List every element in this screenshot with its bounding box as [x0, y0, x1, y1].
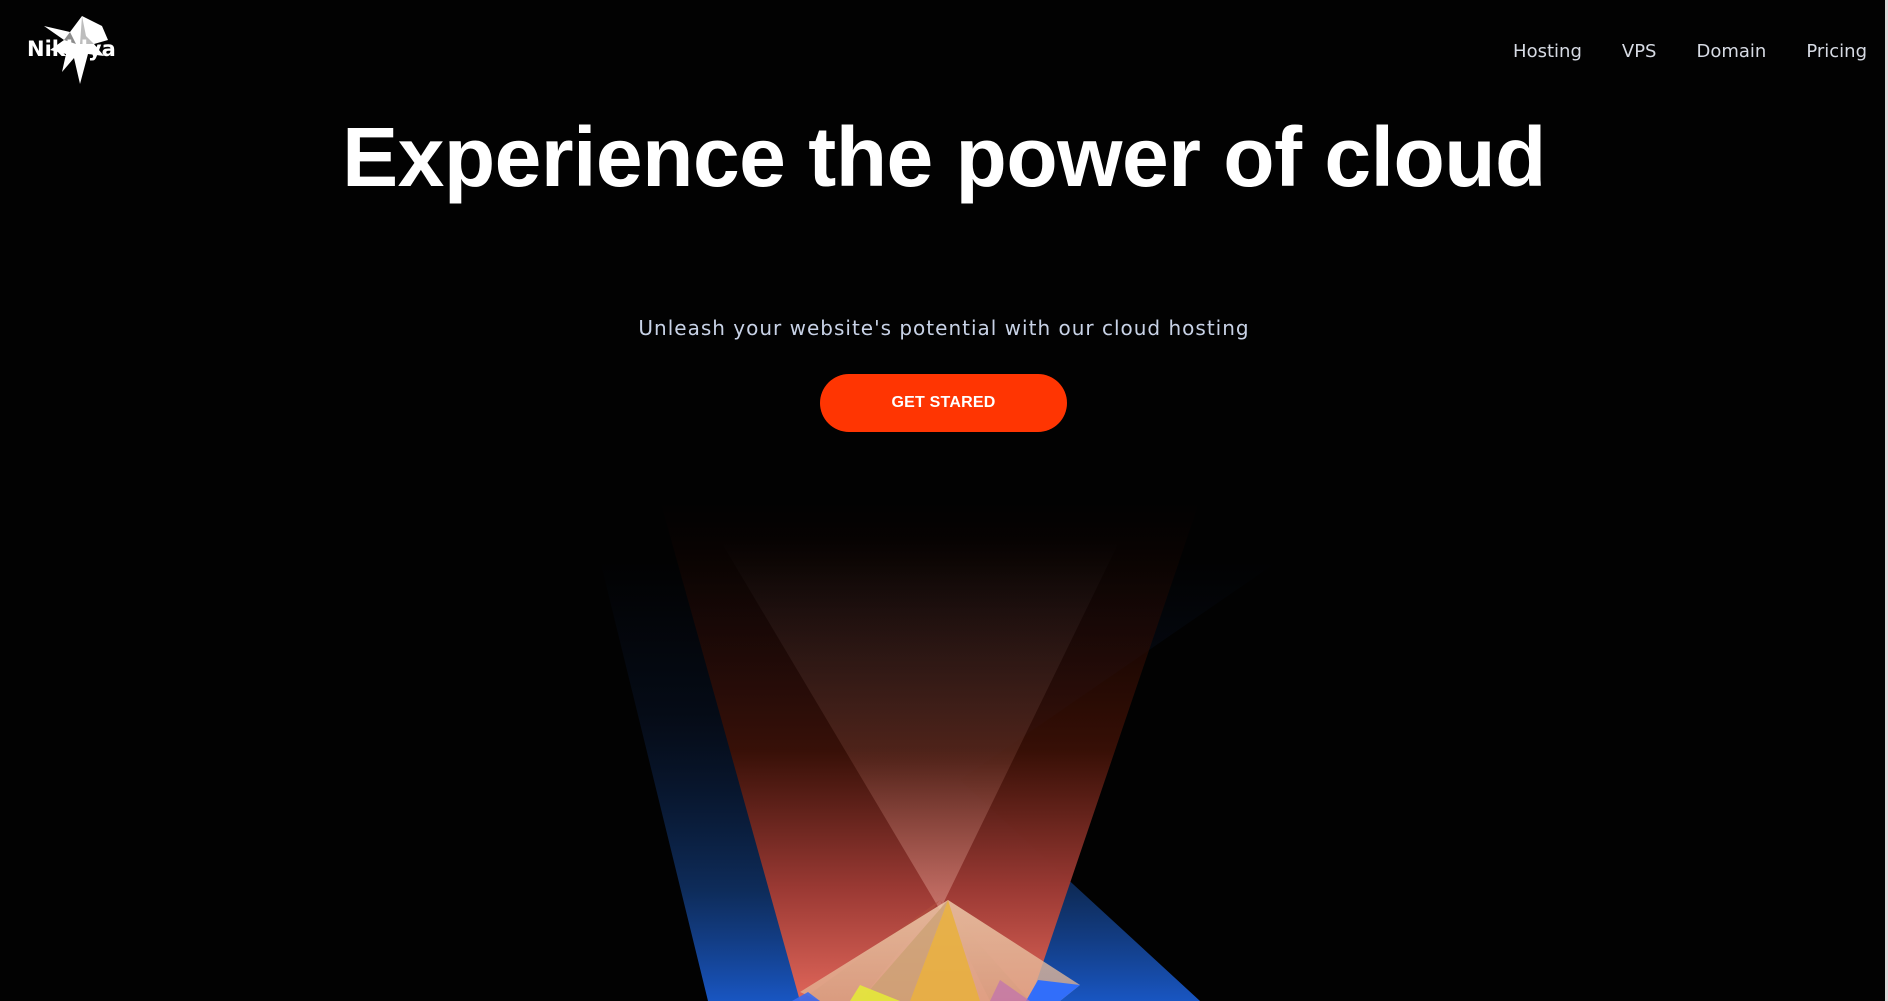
nav-item-hosting[interactable]: Hosting [1513, 40, 1582, 64]
nav-item-vps[interactable]: VPS [1622, 40, 1657, 64]
nav-item-domain[interactable]: Domain [1696, 40, 1766, 64]
landing-page: Nikhlya Hosting VPS Domain Pricing Exper… [0, 0, 1888, 1001]
get-started-button[interactable]: GET STARED [820, 374, 1067, 432]
nav-item-pricing[interactable]: Pricing [1806, 40, 1867, 64]
brand-logo[interactable]: Nikhlya [24, 14, 134, 86]
hero-title: Experience the power of cloud [342, 110, 1546, 204]
prism-light-beams-illustration [600, 500, 1280, 1001]
hero-subtitle: Unleash your website's potential with ou… [638, 316, 1250, 340]
brand-name: Nikhlya [27, 37, 116, 61]
main-nav: Hosting VPS Domain Pricing [1513, 40, 1867, 64]
